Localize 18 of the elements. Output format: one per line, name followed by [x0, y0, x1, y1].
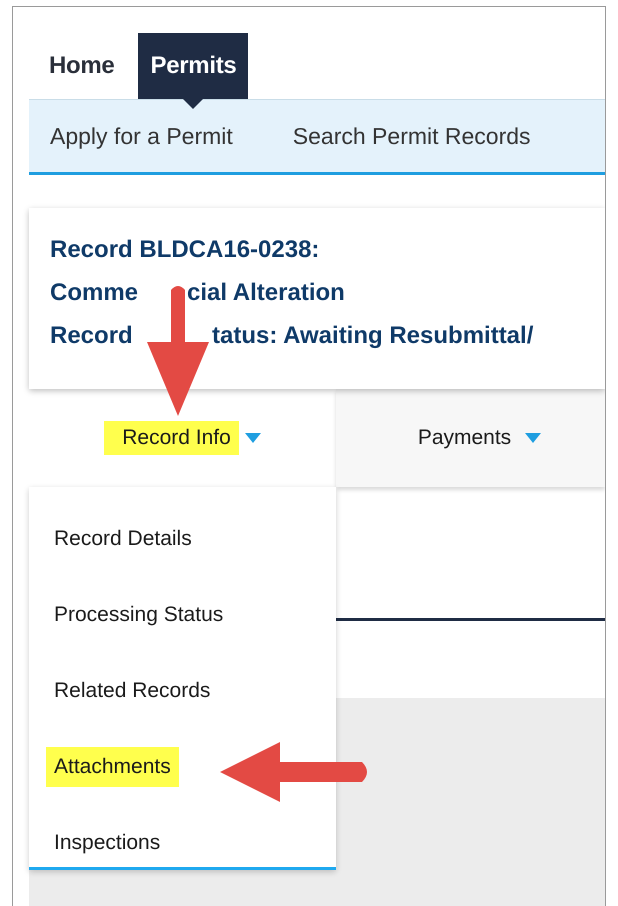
record-title: Record: [50, 320, 134, 350]
tab-label: Payments: [416, 425, 512, 451]
menu-item[interactable]: Related Records: [46, 671, 218, 711]
caret-icon: [244, 433, 261, 443]
record-tab[interactable]: Payments: [336, 389, 605, 487]
subnav-link[interactable]: Apply for a Permit: [50, 122, 233, 150]
menu-item[interactable]: Inspections: [46, 823, 168, 863]
tab-label: Record Info: [104, 421, 239, 455]
nav-tab[interactable]: Home: [37, 33, 126, 99]
caret-icon: [525, 433, 542, 443]
menu-item[interactable]: Attachments: [46, 747, 179, 787]
menu-item[interactable]: Record Details: [46, 519, 200, 559]
subnav-link[interactable]: Search Permit Records: [292, 122, 531, 150]
record-title: Comme: [50, 278, 140, 308]
record-title: tatus: Awaiting Resubmittal/: [212, 320, 534, 350]
record-title: cial Alteration: [187, 278, 345, 308]
record-title: Record BLDCA16-0238:: [50, 234, 320, 264]
menu-item[interactable]: Processing Status: [46, 595, 232, 635]
